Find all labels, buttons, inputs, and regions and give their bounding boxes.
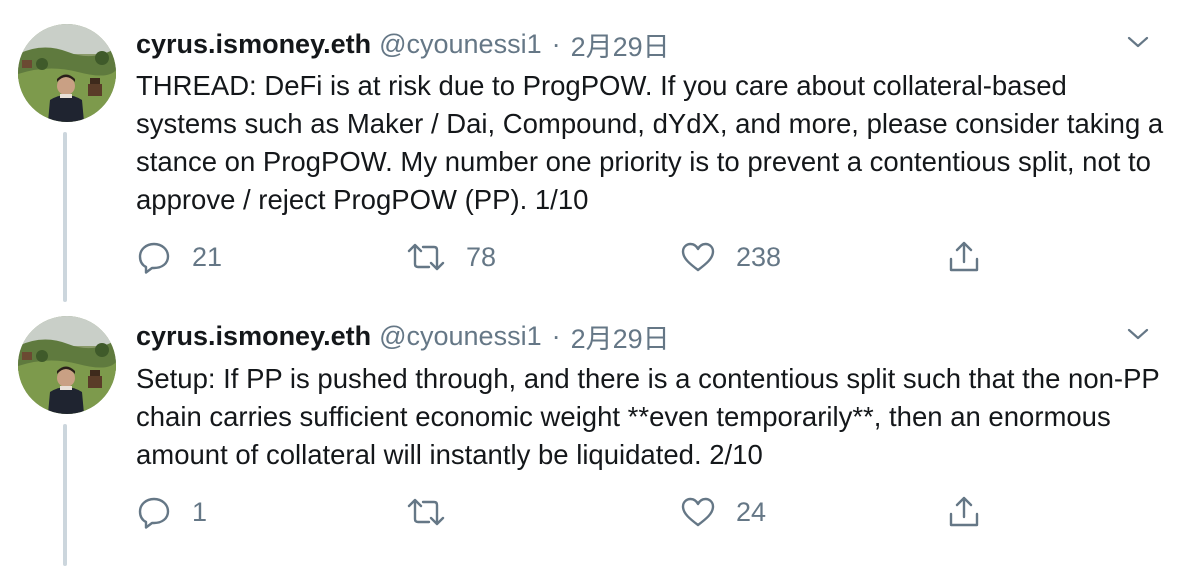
separator: · <box>551 320 561 351</box>
avatar[interactable] <box>18 24 116 122</box>
display-name[interactable]: cyrus.ismoney.eth <box>136 29 371 60</box>
like-button[interactable]: 238 <box>680 237 781 277</box>
share-button[interactable] <box>946 237 982 277</box>
share-icon <box>946 239 982 275</box>
display-name[interactable]: cyrus.ismoney.eth <box>136 321 371 352</box>
retweet-count: 78 <box>466 241 497 272</box>
heart-icon <box>680 494 716 530</box>
reply-icon <box>136 494 172 530</box>
tweet[interactable]: cyrus.ismoney.eth @cyounessi1 · 2月29日 TH… <box>0 0 1186 310</box>
like-button[interactable]: 24 <box>680 492 766 532</box>
chevron-down-icon[interactable] <box>1124 320 1152 348</box>
share-button[interactable] <box>946 492 982 532</box>
handle[interactable]: @cyounessi1 <box>379 29 542 60</box>
reply-count: 21 <box>192 241 223 272</box>
reply-button[interactable]: 21 <box>136 237 222 277</box>
reply-icon <box>136 239 172 275</box>
heart-icon <box>680 239 716 275</box>
thread-line <box>63 424 67 566</box>
share-icon <box>946 494 982 530</box>
retweet-button[interactable] <box>406 492 466 532</box>
reply-button[interactable]: 1 <box>136 492 207 532</box>
like-count: 24 <box>736 496 767 527</box>
tweet-text: Setup: If PP is pushed through, and ther… <box>136 363 1160 470</box>
like-count: 238 <box>736 241 782 272</box>
avatar[interactable] <box>18 316 116 414</box>
retweet-icon <box>406 494 446 530</box>
thread-line <box>63 132 67 302</box>
tweet-actions: 1 24 <box>136 492 996 532</box>
retweet-button[interactable]: 78 <box>406 237 496 277</box>
tweet-date[interactable]: 2月29日 <box>571 25 670 64</box>
separator: · <box>551 28 561 59</box>
tweet[interactable]: cyrus.ismoney.eth @cyounessi1 · 2月29日 Se… <box>0 310 1186 566</box>
chevron-down-icon[interactable] <box>1124 28 1152 56</box>
reply-count: 1 <box>192 496 208 527</box>
tweet-date[interactable]: 2月29日 <box>571 317 670 356</box>
handle[interactable]: @cyounessi1 <box>379 321 542 352</box>
retweet-icon <box>406 239 446 275</box>
tweet-header: cyrus.ismoney.eth @cyounessi1 · 2月29日 <box>136 316 670 356</box>
tweet-actions: 21 78 238 <box>136 237 996 277</box>
tweet-header: cyrus.ismoney.eth @cyounessi1 · 2月29日 <box>136 24 670 64</box>
tweet-text: THREAD: DeFi is at risk due to ProgPOW. … <box>136 70 1164 215</box>
